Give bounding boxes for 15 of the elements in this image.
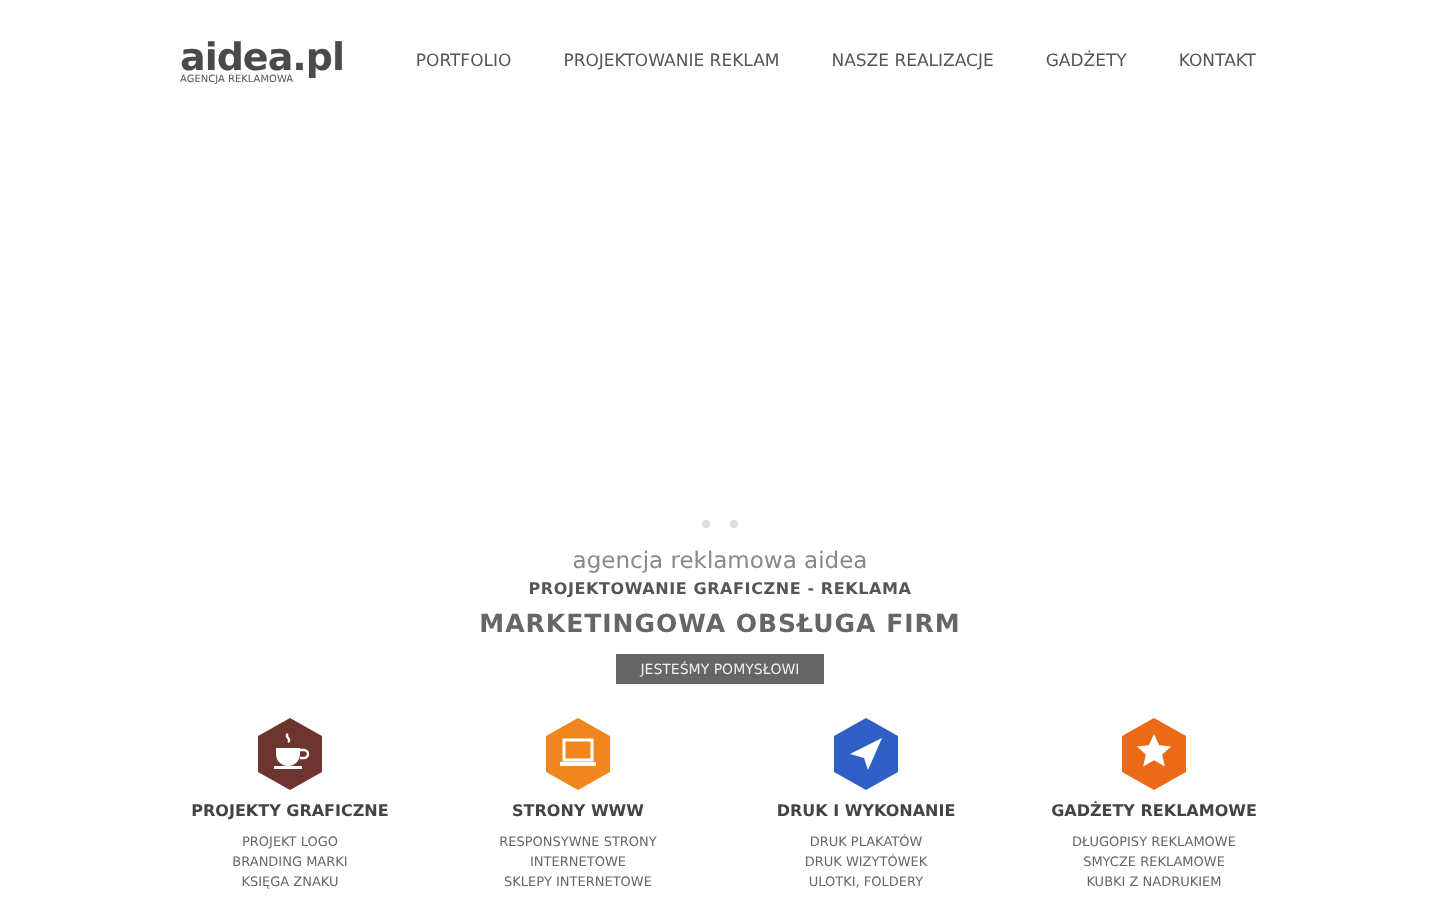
nav-link[interactable]: GADŻETY: [1045, 52, 1127, 72]
nav-link[interactable]: PROJEKTOWANIE REKLAM: [563, 52, 780, 72]
nav-link[interactable]: KONTAKT: [1178, 52, 1256, 72]
hero-intro: agencja reklamowa aidea: [572, 546, 868, 574]
service-title: STRONY WWW: [512, 802, 644, 820]
logo[interactable]: aidea.pl: [180, 39, 344, 77]
service-title: DRUK I WYKONANIE: [776, 802, 956, 820]
hero-subtitle: PROJEKTOWANIE GRAFICZNE - REKLAMA: [528, 580, 912, 598]
nav-link[interactable]: PORTFOLIO: [415, 52, 512, 72]
slider-dot[interactable]: [702, 520, 710, 528]
slider-dot[interactable]: [730, 520, 738, 528]
hero-headline: MARKETINGOWA OBSŁUGA FIRM: [479, 608, 961, 638]
service-title: GADŻETY REKLAMOWE: [1051, 802, 1257, 820]
nav-link[interactable]: NASZE REALIZACJE: [831, 52, 994, 72]
service-title: PROJEKTY GRAFICZNE: [191, 802, 389, 820]
